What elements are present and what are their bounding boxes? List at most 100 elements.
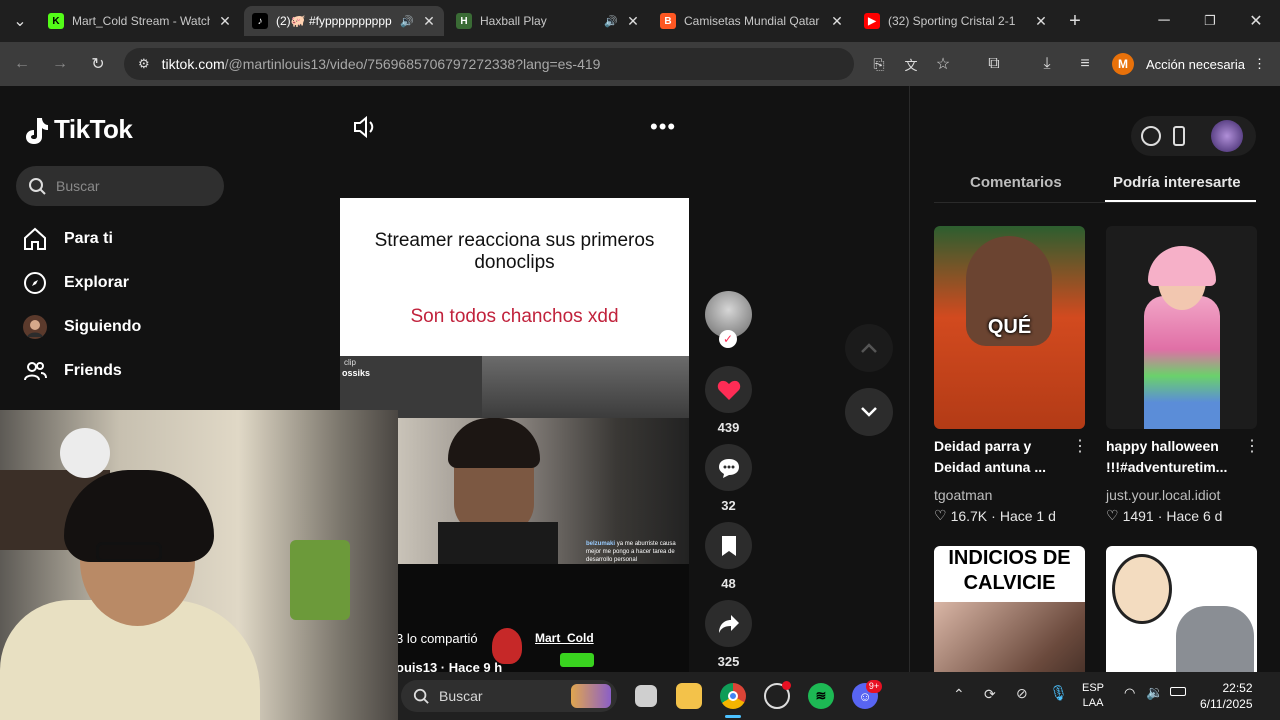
close-tab-icon[interactable]: ✕ xyxy=(626,13,640,30)
new-tab-icon[interactable]: + xyxy=(1063,9,1087,33)
close-tab-icon[interactable]: ✕ xyxy=(830,13,844,30)
volume-tray-icon[interactable]: 🔉 xyxy=(1146,684,1163,701)
previous-video-button[interactable] xyxy=(845,324,893,372)
card-title[interactable]: Deidad parra y Deidad antuna ... xyxy=(934,436,1074,478)
share-count: 325 xyxy=(717,654,740,669)
clip-label: clip xyxy=(344,358,357,367)
thumbnail-overlay-text: INDICIOS DE CALVICIE xyxy=(948,547,1071,594)
card-author[interactable]: just.your.local.idiot xyxy=(1106,487,1220,503)
clip-thumbnail: clip ossiks xyxy=(340,356,482,418)
back-icon[interactable]: ← xyxy=(10,52,34,76)
tab-tiktok[interactable]: ♪ (2)🐖 #fypppppppppp 🔊 ✕ xyxy=(244,6,444,36)
tray-chevron-up-icon[interactable]: ⌃ xyxy=(953,686,965,703)
tab-recommended[interactable]: Podría interesarte xyxy=(1113,174,1241,191)
tiktok-compass-icon[interactable] xyxy=(1141,126,1161,146)
close-tab-icon[interactable]: ✕ xyxy=(218,13,232,30)
clock[interactable]: 22:52 6/11/2025 xyxy=(1200,680,1253,712)
action-needed-label: Acción necesaria xyxy=(1146,56,1245,72)
speaker-icon[interactable]: 🔊 xyxy=(604,15,618,28)
comment-button[interactable] xyxy=(705,444,752,491)
like-button[interactable] xyxy=(705,366,752,413)
thumbnail-person-body xyxy=(1144,296,1220,429)
microphone-icon[interactable]: 🎙 xyxy=(1049,684,1068,702)
follow-check-icon[interactable]: ✓ xyxy=(719,330,737,348)
chrome-icon[interactable] xyxy=(720,683,746,709)
address-bar[interactable]: ⚙ tiktok.com /@martinlouis13/video/75696… xyxy=(124,48,854,80)
wifi-icon[interactable]: ◠ xyxy=(1124,685,1135,701)
more-options-icon[interactable]: ••• xyxy=(650,114,676,140)
video-caption-title: Streamer reacciona sus primeros donoclip… xyxy=(374,230,655,273)
language-indicator[interactable]: ESP LAA xyxy=(1082,681,1104,711)
nav-item-for-you[interactable]: Para ti xyxy=(22,226,113,252)
tab-haxball[interactable]: H Haxball Play 🔊 ✕ xyxy=(448,6,648,36)
close-tab-icon[interactable]: ✕ xyxy=(1034,13,1048,30)
profile-avatar[interactable]: M xyxy=(1112,53,1134,75)
card-age: Hace 6 d xyxy=(1166,507,1223,524)
phone-icon[interactable] xyxy=(1173,126,1185,146)
tab-comments[interactable]: Comentarios xyxy=(970,174,1062,191)
streamer-name[interactable]: Mart_Cold xyxy=(535,631,594,645)
spotify-icon[interactable]: ≋ xyxy=(808,683,834,709)
tab-title: Haxball Play xyxy=(480,14,547,28)
card-title-line1: Deidad parra y xyxy=(934,438,1032,454)
task-view-icon[interactable] xyxy=(635,685,657,707)
youtube-icon: ▶ xyxy=(864,13,880,29)
site-info-icon[interactable]: ⚙ xyxy=(138,56,150,72)
nav-label: Para ti xyxy=(64,230,113,247)
download-icon[interactable]: ⤓ xyxy=(1035,52,1059,76)
tab-camisetas[interactable]: B Camisetas Mundial Qatar ✕ xyxy=(652,6,852,36)
network-off-icon[interactable]: ⊘ xyxy=(1016,685,1028,702)
avatar-icon xyxy=(23,315,47,339)
thumbnail-person-hair xyxy=(1148,246,1216,286)
share-arrow-icon xyxy=(718,614,739,633)
battery-icon[interactable] xyxy=(1170,687,1186,696)
search-input[interactable]: Buscar xyxy=(16,166,224,206)
install-app-icon[interactable]: ⎘ xyxy=(867,52,891,76)
close-window-icon[interactable]: ✕ xyxy=(1244,9,1268,33)
speaker-icon[interactable]: 🔊 xyxy=(400,15,414,28)
next-video-button[interactable] xyxy=(845,388,893,436)
person-scarf xyxy=(438,522,558,564)
extensions-icon[interactable]: ⧉ xyxy=(982,52,1006,76)
like-count: 439 xyxy=(717,420,740,435)
volume-icon[interactable] xyxy=(352,115,378,139)
nav-item-following[interactable]: Siguiendo xyxy=(22,314,141,340)
translate-icon[interactable]: 文 xyxy=(899,52,923,76)
taskbar-search[interactable]: Buscar xyxy=(401,680,617,712)
card-title[interactable]: happy halloween !!!#adventuretim... xyxy=(1106,436,1246,478)
minimize-icon[interactable]: ─ xyxy=(1152,9,1176,33)
close-tab-icon[interactable]: ✕ xyxy=(422,13,436,30)
forward-icon[interactable]: → xyxy=(48,52,72,76)
share-button[interactable] xyxy=(705,600,752,647)
nav-item-friends[interactable]: Friends xyxy=(22,358,122,384)
save-button[interactable] xyxy=(705,522,752,569)
video-thumbnail[interactable] xyxy=(1106,226,1257,429)
bookmark-star-icon[interactable]: ☆ xyxy=(931,52,955,76)
active-app-indicator xyxy=(725,715,741,718)
more-menu-icon[interactable]: ⋮ xyxy=(1253,56,1266,72)
action-needed-button[interactable]: Acción necesaria ⋮ xyxy=(1146,52,1266,76)
card-more-icon[interactable]: ⋮ xyxy=(1244,436,1260,456)
nav-item-explore[interactable]: Explorar xyxy=(22,270,129,296)
browser-toolbar: ← → ↻ ⚙ tiktok.com /@martinlouis13/video… xyxy=(0,42,1280,86)
tab-search-chevron-icon[interactable]: ⌄ xyxy=(8,9,32,33)
kick-icon: K xyxy=(48,13,64,29)
comment-icon xyxy=(718,458,739,478)
card-author[interactable]: tgoatman xyxy=(934,487,992,503)
media-control-icon[interactable]: ≡ xyxy=(1073,52,1097,76)
card-more-icon[interactable]: ⋮ xyxy=(1072,436,1088,456)
streamer-avatar[interactable] xyxy=(492,628,522,664)
restore-icon[interactable]: ❐ xyxy=(1198,9,1222,33)
file-explorer-icon[interactable] xyxy=(676,683,702,709)
tab-title: Camisetas Mundial Qatar xyxy=(684,14,820,28)
tab-kick[interactable]: K Mart_Cold Stream - Watch ✕ xyxy=(40,6,240,36)
user-avatar[interactable] xyxy=(1211,120,1243,152)
video-thumbnail[interactable]: QUÉ xyxy=(934,226,1085,429)
streamer-glasses xyxy=(96,542,162,562)
tiktok-logo[interactable]: TikTok xyxy=(24,114,133,145)
sync-icon[interactable]: ⟳ xyxy=(984,686,996,703)
url-host: tiktok.com xyxy=(161,56,225,72)
search-icon xyxy=(413,688,429,704)
reload-icon[interactable]: ↻ xyxy=(86,52,110,76)
tab-youtube[interactable]: ▶ (32) Sporting Cristal 2-1 ✕ xyxy=(856,6,1056,36)
